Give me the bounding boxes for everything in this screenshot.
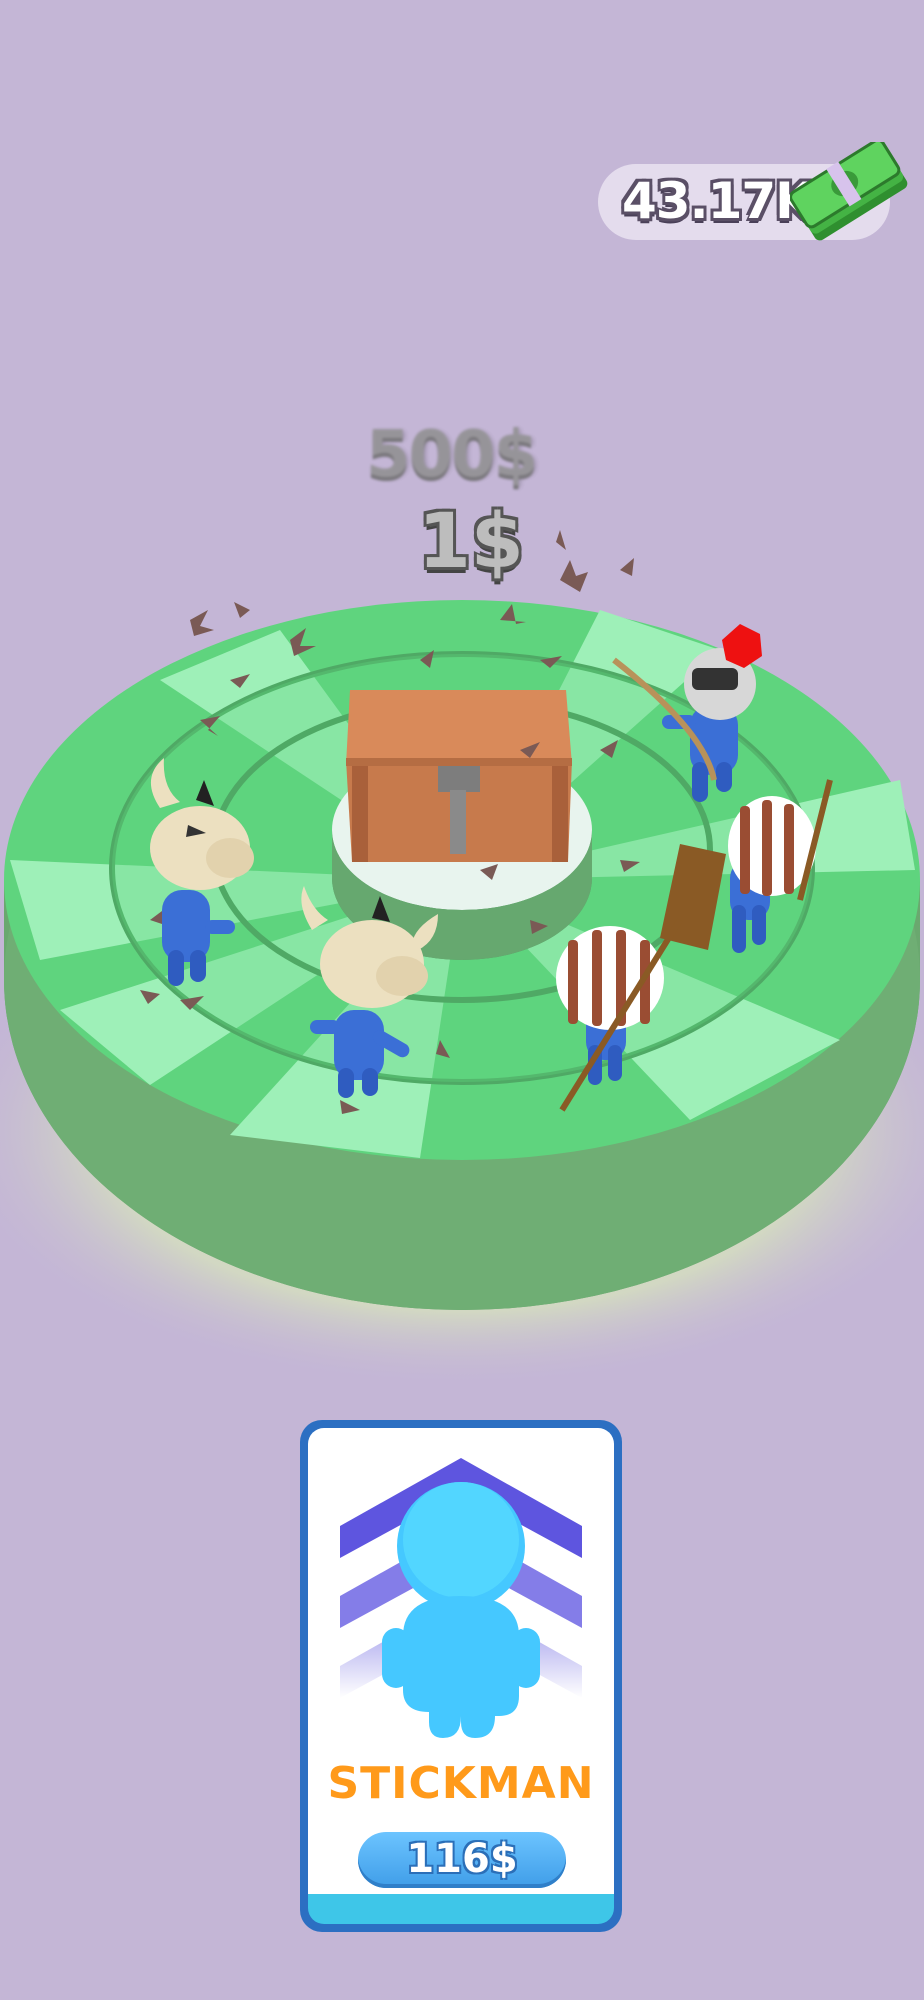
money-value: 43.17K [622,172,814,230]
floating-reward-text: 500$ [366,418,538,492]
unit-name: STICKMAN [327,1758,595,1809]
buy-unit-button[interactable]: 116$ [358,1832,566,1888]
treasure-chest[interactable] [346,690,572,862]
stickman-upgrade-icon [340,1458,582,1738]
unit-price: 116$ [406,1836,518,1882]
stickman-unit-card[interactable]: STICKMAN 116$ [300,1420,622,1932]
floating-income-text: 1$ [418,496,524,585]
cash-stack-icon [790,142,908,241]
card-footer-strip [308,1894,614,1924]
